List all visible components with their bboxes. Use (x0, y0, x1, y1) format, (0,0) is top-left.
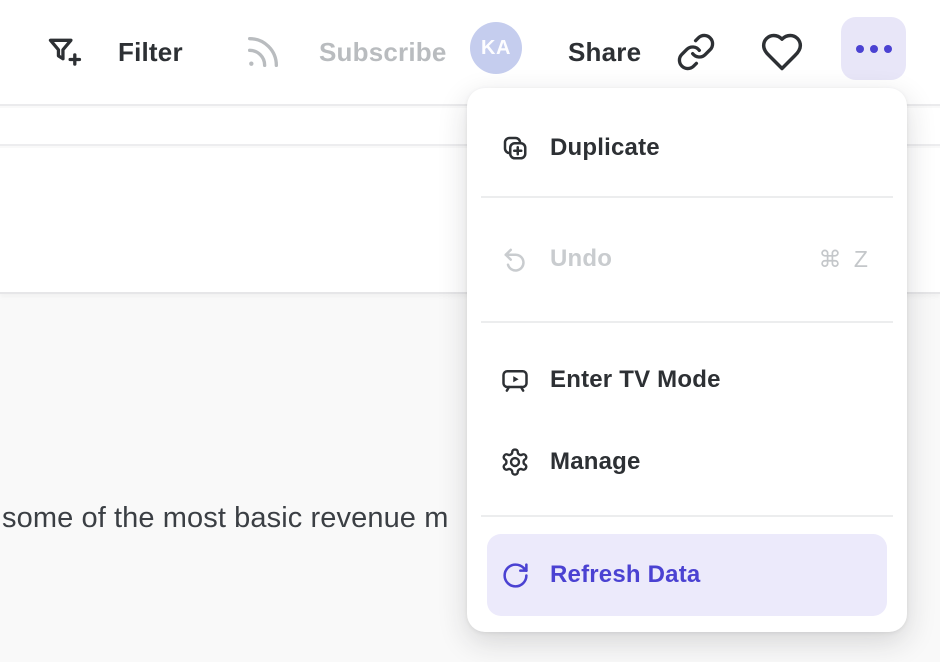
menu-item-label: Manage (550, 448, 641, 476)
avatar-initials: KA (481, 37, 511, 60)
filter-label: Filter (118, 37, 183, 68)
user-avatar[interactable]: KA (470, 22, 522, 74)
menu-divider (481, 515, 893, 517)
filter-plus-icon (46, 34, 82, 70)
share-label: Share (568, 37, 641, 68)
dashboard-screen: some of the most basic revenue m Filter … (0, 0, 940, 662)
menu-item-undo[interactable]: Undo ⌘ Z (467, 198, 907, 321)
menu-item-label: Refresh Data (550, 561, 700, 589)
dashboard-text-snippet: some of the most basic revenue m (2, 502, 448, 535)
tv-icon (500, 365, 530, 395)
ellipsis-icon (856, 45, 892, 53)
rss-icon (243, 32, 283, 72)
menu-item-label: Enter TV Mode (550, 366, 721, 394)
more-options-button[interactable] (841, 17, 906, 80)
menu-item-label: Undo (550, 245, 612, 273)
menu-item-manage[interactable]: Manage (467, 421, 907, 503)
heart-icon (760, 30, 804, 74)
undo-icon (500, 244, 530, 274)
menu-item-duplicate[interactable]: Duplicate (467, 100, 907, 196)
duplicate-icon (500, 133, 530, 163)
filter-button[interactable]: Filter (46, 0, 183, 104)
gear-icon (500, 447, 530, 477)
subscribe-button[interactable]: Subscribe (243, 0, 447, 104)
menu-item-refresh-data[interactable]: Refresh Data (487, 534, 887, 616)
subscribe-label: Subscribe (319, 37, 447, 68)
menu-divider (481, 321, 893, 323)
context-menu: Duplicate Undo ⌘ Z Enter TV M (467, 88, 907, 632)
copy-link-button[interactable] (674, 26, 718, 78)
menu-item-enter-tv-mode[interactable]: Enter TV Mode (467, 339, 907, 421)
refresh-icon (500, 560, 530, 590)
favorite-button[interactable] (758, 24, 806, 80)
keyboard-shortcut: ⌘ Z (819, 246, 871, 273)
link-icon (676, 32, 716, 72)
menu-item-label: Duplicate (550, 134, 660, 162)
